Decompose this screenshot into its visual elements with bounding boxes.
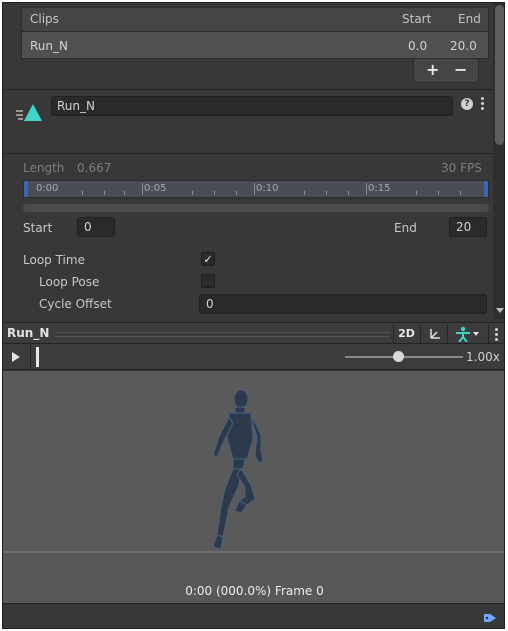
timeline-tick bbox=[438, 191, 439, 195]
playhead-scrubber[interactable] bbox=[36, 347, 39, 367]
timeline-tick bbox=[326, 191, 327, 195]
pivot-icon bbox=[429, 329, 440, 339]
clip-add-remove-bar: + − bbox=[413, 59, 479, 83]
tick-label: 0:15 bbox=[368, 183, 391, 194]
frame-label: 0:00 (000.0%) Frame 0 bbox=[185, 584, 324, 598]
clip-row[interactable]: Run_N 0.0 20.0 bbox=[21, 31, 489, 59]
timeline-tick bbox=[236, 191, 237, 195]
end-marker-handle[interactable] bbox=[484, 181, 488, 197]
inspector-scrollbar[interactable] bbox=[493, 3, 504, 319]
preview-resize-handle[interactable] bbox=[55, 332, 390, 337]
loop-pose-checkbox[interactable] bbox=[201, 274, 215, 288]
animation-inspector: Clips Start End Run_N 0.0 20.0 + − Run_N… bbox=[2, 2, 505, 629]
timeline-tick bbox=[192, 191, 193, 195]
range-slider[interactable] bbox=[23, 204, 489, 212]
timeline-tick bbox=[142, 183, 143, 195]
play-icon[interactable] bbox=[12, 352, 20, 362]
pivot-toggle-button[interactable] bbox=[420, 324, 446, 343]
more-options-icon bbox=[495, 328, 498, 341]
timeline-ruler[interactable]: 0:00 0:05 0:10 0:15 bbox=[23, 180, 489, 198]
mode-2d-button[interactable]: 2D bbox=[393, 324, 419, 343]
start-field[interactable]: 0 bbox=[77, 217, 115, 237]
timeline-tick bbox=[82, 191, 83, 195]
remove-clip-button[interactable]: − bbox=[454, 60, 467, 79]
loop-time-checkbox[interactable]: ✓ bbox=[201, 252, 215, 266]
timeline-tick bbox=[366, 183, 367, 195]
character-model bbox=[212, 389, 264, 550]
timeline-tick bbox=[124, 191, 125, 195]
help-icon[interactable]: ? bbox=[461, 98, 473, 110]
speed-slider[interactable] bbox=[345, 356, 463, 358]
preview-toolbar: Run_N 2D bbox=[3, 322, 504, 344]
animation-clip-icon bbox=[16, 104, 42, 121]
clip-row-name: Run_N bbox=[30, 39, 68, 53]
clip-row-end: 20.0 bbox=[450, 39, 477, 53]
preview-title: Run_N bbox=[7, 326, 50, 340]
avatar-preview-button[interactable] bbox=[447, 324, 487, 343]
speed-value: 1.00x bbox=[466, 350, 500, 364]
timeline-tick bbox=[104, 191, 105, 195]
loop-pose-label: Loop Pose bbox=[39, 275, 100, 289]
timeline-tick bbox=[214, 191, 215, 195]
checkmark-icon: ✓ bbox=[203, 253, 213, 266]
divider bbox=[3, 89, 493, 90]
tick-label: 0:00 bbox=[36, 183, 59, 194]
loop-time-label: Loop Time bbox=[23, 253, 85, 267]
timeline-tick bbox=[348, 191, 349, 195]
timeline-tick bbox=[304, 191, 305, 195]
scrollbar-thumb[interactable] bbox=[495, 5, 504, 145]
playback-bar: 1.00x bbox=[3, 344, 504, 370]
end-label: End bbox=[394, 221, 417, 235]
timeline-tick bbox=[416, 191, 417, 195]
clip-row-start: 0.0 bbox=[408, 39, 428, 53]
humanoid-avatar-icon bbox=[455, 326, 479, 343]
preview-viewport[interactable]: 0:00 (000.0%) Frame 0 bbox=[3, 371, 504, 603]
start-label: Start bbox=[23, 221, 53, 235]
clips-column-name: Clips bbox=[30, 12, 59, 26]
divider bbox=[30, 344, 31, 370]
add-clip-button[interactable]: + bbox=[426, 60, 439, 79]
asset-label-icon[interactable] bbox=[483, 612, 497, 624]
status-bar bbox=[3, 603, 504, 628]
preview-menu-button[interactable] bbox=[488, 324, 504, 343]
divider bbox=[3, 153, 493, 154]
scroll-down-arrow-icon[interactable] bbox=[496, 308, 504, 313]
end-field[interactable]: 20 bbox=[449, 217, 487, 237]
clips-column-start: Start bbox=[402, 12, 432, 26]
timeline-tick bbox=[254, 183, 255, 195]
timeline-tick bbox=[460, 191, 461, 195]
tick-label: 0:10 bbox=[256, 183, 279, 194]
more-options-icon[interactable] bbox=[481, 97, 485, 111]
start-marker-handle[interactable] bbox=[24, 181, 28, 197]
tick-label: 0:05 bbox=[144, 183, 167, 194]
speed-slider-knob[interactable] bbox=[392, 351, 404, 362]
cycle-offset-label: Cycle Offset bbox=[39, 297, 112, 311]
fps-label: 30 FPS bbox=[441, 161, 482, 175]
length-value: 0.667 bbox=[77, 161, 112, 175]
clips-list-header: Clips Start End bbox=[21, 7, 489, 31]
clip-name-field[interactable]: Run_N bbox=[51, 96, 453, 116]
clips-column-end: End bbox=[458, 12, 481, 26]
cycle-offset-field[interactable]: 0 bbox=[199, 294, 487, 314]
length-label: Length bbox=[23, 161, 65, 175]
